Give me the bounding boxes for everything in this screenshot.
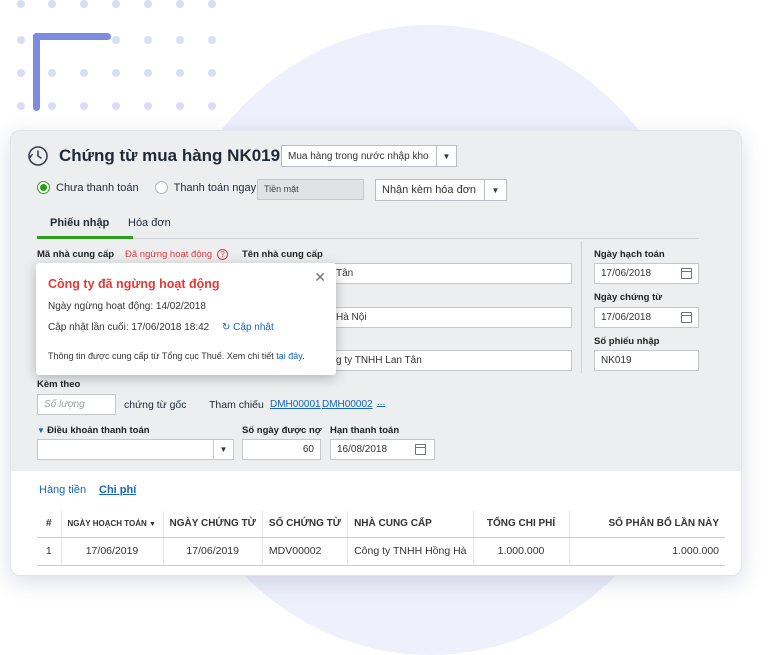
decorative-corner [33, 33, 40, 111]
decorative-corner [33, 33, 111, 40]
table-row[interactable]: 1 17/06/2019 17/06/2019 MDV00002 Công ty… [37, 537, 725, 566]
col-doc-date: NGÀY CHỨNG TỪ [163, 511, 263, 538]
supplier-code-label: Mã nhà cung cấp [37, 249, 115, 260]
chevron-down-icon: ▼ [213, 440, 233, 459]
page-title: Chứng từ mua hàng NK019 [59, 146, 281, 165]
reference-link-1[interactable]: DMH00001 [270, 399, 321, 410]
tab-costs[interactable]: Chi phí [99, 484, 136, 496]
voucher-tabs: Phiếu nhập Hóa đơn [37, 209, 699, 239]
receipt-no-label: Số phiếu nhập [594, 336, 660, 347]
credit-days-label: Số ngày được nợ [242, 425, 322, 436]
last-update-text: Cập nhật lần cuối: 17/06/2018 18:42 [48, 322, 210, 333]
col-posting-date[interactable]: NGÀY HOẠCH TOÁN ▼ [61, 511, 164, 538]
quantity-input[interactable]: Số lượng [37, 394, 116, 415]
col-doc-no: SỐ CHỨNG TỪ [262, 511, 349, 538]
due-date-label: Hạn thanh toán [330, 425, 400, 436]
chevron-down-icon: ▼ [436, 146, 456, 166]
receipt-no-input[interactable]: NK019 [594, 350, 699, 371]
popover-title: Công ty đã ngừng hoạt động [48, 277, 220, 291]
col-index: # [37, 511, 62, 538]
col-allocated: SỐ PHÂN BỔ LẦN NÀY [569, 511, 725, 538]
sort-down-icon: ▼ [149, 521, 156, 529]
tab-invoice[interactable]: Hóa đơn [128, 217, 171, 229]
refresh-button[interactable]: ↻ Cập nhật [222, 322, 274, 333]
col-supplier: NHÀ CUNG CẤP [347, 511, 474, 538]
column-divider [581, 241, 582, 373]
calendar-icon[interactable] [681, 312, 692, 323]
purchase-type-value: Mua hàng trong nước nhập kho [288, 150, 429, 162]
address-input[interactable]: Hà Nội [329, 307, 572, 328]
purchase-voucher-window: Chứng từ mua hàng NK019 Mua hàng trong n… [10, 130, 742, 576]
title-bar: Chứng từ mua hàng NK019 [27, 145, 280, 167]
reference-more-link[interactable]: ... [377, 397, 385, 408]
posting-date-label: Ngày hạch toán [594, 249, 665, 260]
tab-goods[interactable]: Hàng tiền [39, 484, 86, 496]
close-icon[interactable]: ✕ [314, 269, 326, 286]
posting-date-input[interactable]: 17/06/2018 [594, 263, 699, 284]
details-link[interactable]: tại đây [276, 351, 302, 361]
refresh-icon: ↻ [222, 322, 231, 333]
col-total-cost: TỔNG CHI PHÍ [473, 511, 570, 538]
supplier-name-input[interactable]: Tân [329, 263, 572, 284]
due-date-input[interactable]: 16/08/2018 [330, 439, 435, 460]
credit-days-input[interactable]: 60 [242, 439, 321, 460]
radio-unpaid-label: Chưa thanh toán [56, 181, 139, 194]
source-text: Thông tin được cung cấp từ Tổng cục Thuế… [48, 351, 305, 361]
attached-label: Kèm theo [37, 379, 81, 390]
purchase-type-select[interactable]: Mua hàng trong nước nhập kho ▼ [281, 145, 457, 167]
payment-terms-select[interactable]: ▼ [37, 439, 234, 460]
question-icon[interactable]: ? [217, 249, 228, 260]
calendar-icon[interactable] [681, 268, 692, 279]
decorative-dots [12, 0, 232, 115]
supplier-status-text: Đã ngừng hoạt động [125, 249, 213, 260]
radio-unpaid[interactable] [37, 181, 50, 194]
invoice-option-value: Nhận kèm hóa đơn [382, 184, 477, 196]
radio-paid[interactable] [154, 181, 168, 194]
payment-method-field: Tiền mặt [257, 179, 364, 200]
payment-options: Chưa thanh toán Thanh toán ngay [37, 181, 256, 194]
active-tab-indicator [37, 236, 133, 239]
invoice-option-select[interactable]: Nhận kèm hóa đơn ▼ [375, 179, 507, 201]
chevron-down-icon: ▼ [484, 180, 506, 200]
supplier-status-popover: Công ty đã ngừng hoạt động ✕ Ngày ngừng … [36, 263, 336, 375]
tab-receipt[interactable]: Phiếu nhập [50, 217, 109, 229]
payment-terms-label[interactable]: ▼ Điều khoản thanh toán [37, 425, 150, 436]
calendar-icon[interactable] [415, 444, 426, 455]
original-docs-label: chứng từ gốc [124, 399, 187, 411]
supplier-name-label: Tên nhà cung cấp [242, 249, 323, 260]
cost-table: # NGÀY HOẠCH TOÁN ▼ NGÀY CHỨNG TỪ SỐ CHỨ… [37, 511, 725, 566]
description-input[interactable]: g ty TNHH Lan Tân [329, 350, 572, 371]
stop-date-text: Ngày ngừng hoạt động: 14/02/2018 [48, 301, 206, 312]
history-icon[interactable] [27, 145, 49, 167]
doc-date-input[interactable]: 17/06/2018 [594, 307, 699, 328]
table-header-row: # NGÀY HOẠCH TOÁN ▼ NGÀY CHỨNG TỪ SỐ CHỨ… [37, 511, 725, 538]
doc-date-label: Ngày chứng từ [594, 292, 663, 303]
radio-paid-label: Thanh toán ngay [173, 181, 257, 194]
reference-label: Tham chiếu [209, 399, 264, 411]
reference-link-2[interactable]: DMH00002 [322, 399, 373, 410]
